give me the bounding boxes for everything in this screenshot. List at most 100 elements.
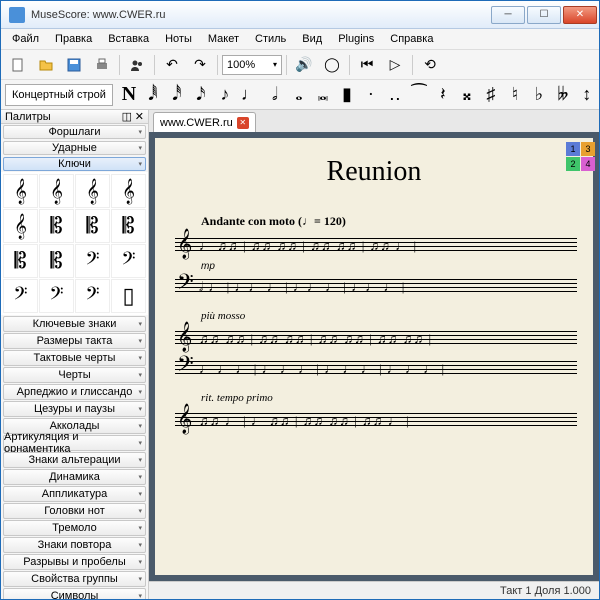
tie-button[interactable]: ⁀ <box>411 84 427 105</box>
toolbar-main: ↶ ↷ 100%▾ 🔊 ◯ ⏮ ▷ ⟲ <box>1 49 599 79</box>
clef-item[interactable]: 𝄞 <box>3 209 38 243</box>
duration-breve[interactable]: 𝅜 <box>315 84 331 105</box>
flat2-button[interactable]: 𝄫 <box>555 84 571 105</box>
menu-notes[interactable]: Ноты <box>158 31 199 47</box>
voice-3[interactable]: 3 <box>581 142 595 156</box>
menu-view[interactable]: Вид <box>295 31 329 47</box>
clef-item[interactable]: ▯ <box>111 279 146 313</box>
duration-32[interactable]: 𝅘𝅥𝅰 <box>169 84 185 105</box>
menu-help[interactable]: Справка <box>383 31 440 47</box>
duration-1[interactable]: 𝅝 <box>291 84 307 105</box>
duration-4[interactable]: ♩ <box>241 84 259 105</box>
maximize-button[interactable]: ☐ <box>527 6 561 24</box>
statusbar: Такт 1 Доля 1.000 <box>149 581 599 599</box>
clef-item[interactable]: 𝄞 <box>3 174 38 208</box>
dot-button[interactable]: · <box>363 84 379 105</box>
close-button[interactable]: ✕ <box>563 6 597 24</box>
palette-clefs[interactable]: Ключи <box>3 157 146 171</box>
natural-button[interactable]: ♮ <box>507 84 523 105</box>
palettes-title: Палитры <box>5 111 51 123</box>
clef-item[interactable]: 𝄢 <box>111 244 146 278</box>
menu-style[interactable]: Стиль <box>248 31 293 47</box>
save-button[interactable] <box>61 53 87 77</box>
document-tabs: www.CWER.ru ✕ <box>149 110 599 132</box>
print-button[interactable] <box>89 53 115 77</box>
voice-2[interactable]: 2 <box>566 157 580 171</box>
palette-item[interactable]: Артикуляция и орнаментика <box>3 435 146 451</box>
duration-64[interactable]: 𝅘𝅥𝅱 <box>145 84 161 105</box>
palette-drums[interactable]: Ударные <box>3 141 146 155</box>
redo-button[interactable]: ↷ <box>187 53 213 77</box>
clef-item[interactable]: 𝄞 <box>111 174 146 208</box>
menu-layout[interactable]: Макет <box>201 31 246 47</box>
voice-4[interactable]: 4 <box>581 157 595 171</box>
menu-insert[interactable]: Вставка <box>101 31 156 47</box>
voice-1[interactable]: 1 <box>566 142 580 156</box>
duration-2[interactable]: 𝅗𝅥 <box>267 84 283 105</box>
palette-item[interactable]: Знаки альтерации <box>3 452 146 468</box>
tab[interactable]: www.CWER.ru ✕ <box>153 112 256 132</box>
note-input-button[interactable]: N <box>121 83 137 106</box>
repeat-button[interactable]: ⟲ <box>417 53 443 77</box>
clef-item[interactable]: 𝄢 <box>3 279 38 313</box>
duration-longa[interactable]: ▮ <box>339 84 355 105</box>
palette-item[interactable]: Тактовые черты <box>3 350 146 366</box>
palette-item[interactable]: Черты <box>3 367 146 383</box>
duration-8[interactable]: ♪ <box>217 84 233 105</box>
play-button[interactable]: ▷ <box>382 53 408 77</box>
undo-button[interactable]: ↶ <box>159 53 185 77</box>
palette-item[interactable]: Динамика <box>3 469 146 485</box>
palette-item[interactable]: Ключевые знаки <box>3 316 146 332</box>
clef-item[interactable]: 𝄡 <box>39 209 74 243</box>
menu-edit[interactable]: Правка <box>48 31 99 47</box>
palette-item[interactable]: Символы <box>3 588 146 599</box>
palette-grace[interactable]: Форшлаги <box>3 125 146 139</box>
tempo-marking: Andante con moto (♩= 120) <box>201 214 577 229</box>
zoom-select[interactable]: 100%▾ <box>222 55 282 75</box>
palette-item[interactable]: Аппликатура <box>3 486 146 502</box>
community-button[interactable] <box>124 53 150 77</box>
double-dot-button[interactable]: ‥ <box>387 84 403 105</box>
duration-16[interactable]: 𝅘𝅥𝅯 <box>193 84 209 105</box>
sharp2-button[interactable]: 𝄪 <box>459 84 475 105</box>
palette-item[interactable]: Свойства группы <box>3 571 146 587</box>
palette-item[interactable]: Головки нот <box>3 503 146 519</box>
open-button[interactable] <box>33 53 59 77</box>
clef-item[interactable]: 𝄡 <box>3 244 38 278</box>
concert-pitch-button[interactable]: Концертный строй <box>5 84 113 106</box>
palette-item[interactable]: Разрывы и пробелы <box>3 554 146 570</box>
palette-item[interactable]: Знаки повтора <box>3 537 146 553</box>
staff-treble: 𝄞♫♫ ♩ | ♩ ♫♫ | ♫♫ ♫♫ | ♫♫ ♩ | <box>175 406 577 436</box>
concert-label: Концертный строй <box>12 89 106 101</box>
clef-item[interactable]: 𝄡 <box>75 209 110 243</box>
flip-button[interactable]: ↕ <box>579 84 595 105</box>
clef-item[interactable]: 𝄡 <box>111 209 146 243</box>
flat-button[interactable]: ♭ <box>531 84 547 105</box>
menu-file[interactable]: Файл <box>5 31 46 47</box>
close-panel-icon[interactable]: ✕ <box>135 110 144 123</box>
palette-item[interactable]: Цезуры и паузы <box>3 401 146 417</box>
score-view[interactable]: Reunion Andante con moto (♩= 120) 𝄞♩ ♫♫ … <box>149 132 599 581</box>
clef-item[interactable]: 𝄢 <box>75 244 110 278</box>
clef-item[interactable]: 𝄢 <box>39 279 74 313</box>
palette-item[interactable]: Тремоло <box>3 520 146 536</box>
palettes-header: Палитры ◫ ✕ <box>1 110 148 124</box>
menu-plugins[interactable]: Plugins <box>331 31 381 47</box>
undock-icon[interactable]: ◫ <box>122 110 132 123</box>
clef-item[interactable]: 𝄢 <box>75 279 110 313</box>
palette-item[interactable]: Размеры такта <box>3 333 146 349</box>
titlebar: MuseScore: www.CWER.ru ─ ☐ ✕ <box>1 1 599 29</box>
sound-button[interactable]: 🔊 <box>291 53 317 77</box>
clef-item[interactable]: 𝄞 <box>39 174 74 208</box>
rewind-button[interactable]: ⏮ <box>354 53 380 77</box>
rest-button[interactable]: 𝄽 <box>435 84 451 105</box>
score-title: Reunion <box>171 156 577 188</box>
clef-item[interactable]: 𝄞 <box>75 174 110 208</box>
tab-close-icon[interactable]: ✕ <box>237 117 249 129</box>
minimize-button[interactable]: ─ <box>491 6 525 24</box>
new-button[interactable] <box>5 53 31 77</box>
palette-item[interactable]: Арпеджио и глиссандо <box>3 384 146 400</box>
clef-item[interactable]: 𝄡 <box>39 244 74 278</box>
metronome-button[interactable]: ◯ <box>319 53 345 77</box>
sharp-button[interactable]: ♯ <box>483 84 499 105</box>
